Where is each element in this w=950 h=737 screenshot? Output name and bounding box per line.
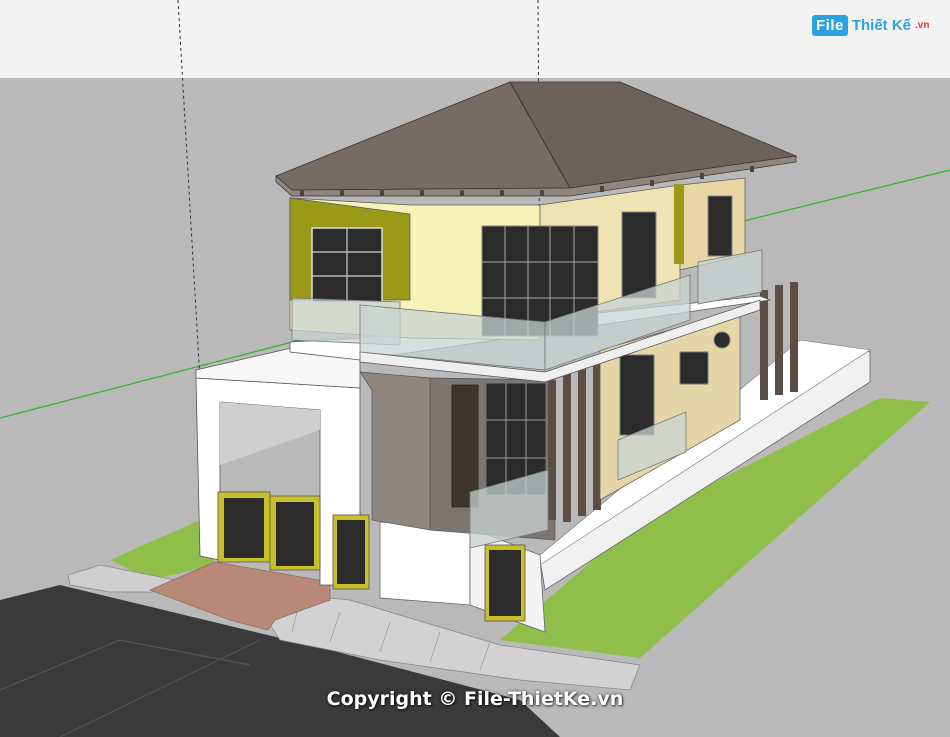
green-axis-line-right <box>739 169 950 223</box>
ground-floor-brown-wall <box>359 371 431 531</box>
site-logo[interactable]: File Thiết Kế .vn <box>812 10 929 40</box>
small-window <box>679 351 709 385</box>
garage-inner-wall <box>220 402 320 465</box>
copyright-watermark: Copyright © File-ThietKe.vn <box>326 688 624 710</box>
3d-viewport[interactable] <box>0 0 950 737</box>
front-wall <box>379 521 471 606</box>
round-window <box>713 331 731 349</box>
logo-text: Thiết Kế <box>851 16 912 34</box>
olive-strip <box>674 184 684 264</box>
logo-suffix: .vn <box>915 19 930 31</box>
front-door <box>451 384 479 508</box>
upper-far-window <box>707 195 733 257</box>
ground-right-window <box>619 354 655 436</box>
logo-box: File <box>812 14 848 36</box>
blue-axis-dotted <box>177 0 201 381</box>
upper-right-window <box>621 211 657 299</box>
